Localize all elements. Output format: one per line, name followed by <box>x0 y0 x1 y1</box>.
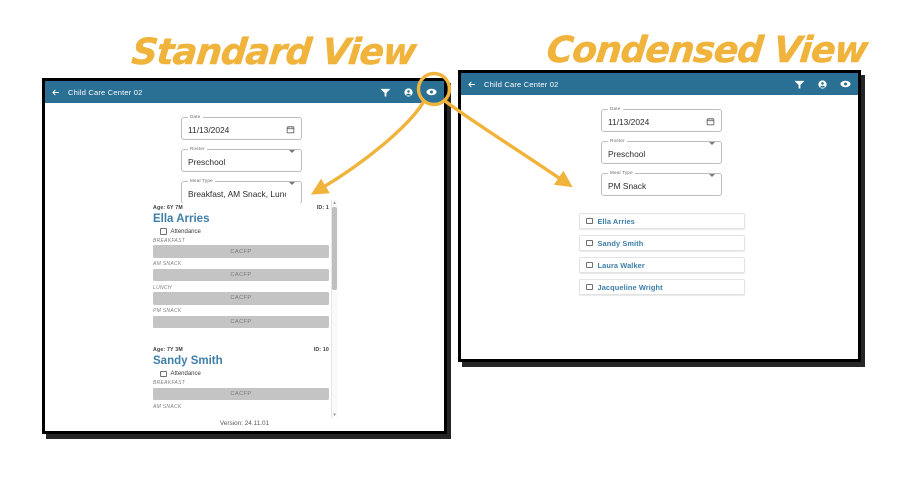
meal-type-select-value: PM Snack <box>608 180 647 191</box>
visibility-icon[interactable] <box>840 80 851 88</box>
roster-scrollbar-thumb[interactable] <box>332 207 337 290</box>
date-field-label: Date <box>188 114 203 119</box>
condensed-appbar-title: Child Care Center 02 <box>484 79 559 89</box>
attendance-label: Attendance <box>170 228 201 235</box>
condensed-appbar: Child Care Center 02 <box>461 73 858 95</box>
meal-type-select-value: Breakfast, AM Snack, Lunch, P... <box>188 188 286 199</box>
cacfp-button[interactable]: CACFP <box>153 245 329 258</box>
date-field-value: 11/13/2024 <box>188 124 230 135</box>
meal-section-label: BREAKFAST <box>153 237 186 244</box>
version-label: Version: 24.11.01 <box>219 420 270 427</box>
roster-select-value: Preschool <box>608 148 646 159</box>
attendance-label: Attendance <box>170 371 201 377</box>
standard-view-window: Child Care Center 02 Date 11/13/2024 Ros… <box>42 78 447 434</box>
cacfp-button[interactable]: CACFP <box>153 387 329 401</box>
filter-icon[interactable] <box>380 88 391 97</box>
attendance-checkbox[interactable] <box>586 217 593 225</box>
attendance-row[interactable]: Attendance <box>153 370 329 378</box>
meal-section-label: AM SNACK <box>153 261 182 268</box>
condensed-student-list[interactable]: Ella Arries Sandy Smith Laura Walker Jac… <box>579 213 745 301</box>
cacfp-button[interactable]: CACFP <box>153 268 329 282</box>
attendance-checkbox[interactable] <box>586 283 593 291</box>
list-item[interactable]: Sandy Smith <box>579 235 745 251</box>
attendance-checkbox[interactable] <box>160 370 167 378</box>
student-age: Age: 7Y 3M <box>153 347 183 354</box>
calendar-icon[interactable] <box>706 117 715 126</box>
student-id: ID: 1 <box>316 205 329 211</box>
student-name: Ella Arries <box>597 216 635 226</box>
date-field[interactable]: Date 11/13/2024 <box>601 106 722 132</box>
meal-section-label: LUNCH <box>153 284 172 291</box>
meal-type-select[interactable]: Meal Type Breakfast, AM Snack, Lunch, P.… <box>181 178 302 204</box>
scroll-up-icon[interactable]: ▴ <box>332 201 337 206</box>
standard-appbar: Child Care Center 02 <box>45 81 444 103</box>
date-field-label: Date <box>608 106 623 111</box>
calendar-icon[interactable] <box>286 125 295 134</box>
date-field-value: 11/13/2024 <box>608 116 650 127</box>
condensed-filter-form: Date 11/13/2024 Roster Preschool Meal Ty… <box>601 106 722 205</box>
attendance-checkbox[interactable] <box>160 228 167 235</box>
standard-filter-form: Date 11/13/2024 Roster Preschool Meal Ty… <box>181 114 302 213</box>
meal-section-label: AM SNACK <box>153 403 182 410</box>
list-item[interactable]: Ella Arries <box>579 213 745 229</box>
attendance-checkbox[interactable] <box>586 261 593 269</box>
screenshot-root: Standard View Condensed View Child Care … <box>0 0 900 500</box>
account-icon[interactable] <box>404 87 413 97</box>
filter-icon[interactable] <box>794 80 805 89</box>
standard-appbar-title: Child Care Center 02 <box>68 87 143 97</box>
student-card-header: Age: 7Y 3M ID: 10 <box>153 347 329 353</box>
account-icon[interactable] <box>818 79 827 89</box>
attendance-checkbox[interactable] <box>586 239 593 247</box>
condensed-view-window: Child Care Center 02 Date 11/13/2024 Ros… <box>458 70 861 362</box>
student-name: Ella Arries <box>153 213 210 225</box>
student-name: Sandy Smith <box>597 238 644 248</box>
student-card[interactable]: Age: 7Y 3M ID: 10 Sandy Smith Attendance… <box>153 345 329 415</box>
roster-select-label: Roster <box>608 138 627 143</box>
roster-select[interactable]: Roster Preschool <box>181 146 302 172</box>
cacfp-button[interactable]: CACFP <box>153 292 329 305</box>
meal-type-select[interactable]: Meal Type PM Snack <box>601 170 722 196</box>
cacfp-button[interactable]: CACFP <box>153 315 329 328</box>
meal-type-select-label: Meal Type <box>608 170 635 175</box>
arrow-left-icon[interactable] <box>51 88 60 97</box>
annotation-title-standard: Standard View <box>129 32 418 74</box>
scroll-down-icon[interactable]: ▾ <box>332 413 337 418</box>
student-name: Jacqueline Wright <box>597 282 663 292</box>
arrow-left-icon[interactable] <box>467 80 476 89</box>
student-age: Age: 6Y 7M <box>153 205 183 211</box>
meal-section-label: PM SNACK <box>153 308 182 314</box>
standard-student-roster[interactable]: Age: 6Y 7M ID: 1 Ella Arries Attendance … <box>153 203 329 415</box>
list-item[interactable]: Laura Walker <box>579 257 745 273</box>
annotation-title-condensed: Condensed View <box>544 30 870 72</box>
date-field[interactable]: Date 11/13/2024 <box>181 114 302 140</box>
student-card[interactable]: Age: 6Y 7M ID: 1 Ella Arries Attendance … <box>153 203 329 338</box>
student-name: Laura Walker <box>597 260 645 270</box>
condensed-appbar-actions <box>794 79 851 89</box>
roster-select-value: Preschool <box>188 156 226 167</box>
standard-screen-body: Date 11/13/2024 Roster Preschool Meal Ty… <box>45 103 444 431</box>
condensed-screen-body: Date 11/13/2024 Roster Preschool Meal Ty… <box>461 95 858 359</box>
list-item[interactable]: Jacqueline Wright <box>579 279 745 295</box>
roster-select-label: Roster <box>188 146 207 151</box>
student-card-header: Age: 6Y 7M ID: 1 <box>153 205 329 211</box>
standard-appbar-actions <box>380 87 437 97</box>
visibility-icon[interactable] <box>426 88 437 96</box>
student-id: ID: 10 <box>313 347 329 354</box>
student-name: Sandy Smith <box>153 355 223 368</box>
attendance-row[interactable]: Attendance <box>153 228 329 235</box>
meal-type-select-label: Meal Type <box>188 178 215 183</box>
meal-section-label: BREAKFAST <box>153 380 186 387</box>
roster-select[interactable]: Roster Preschool <box>601 138 722 164</box>
